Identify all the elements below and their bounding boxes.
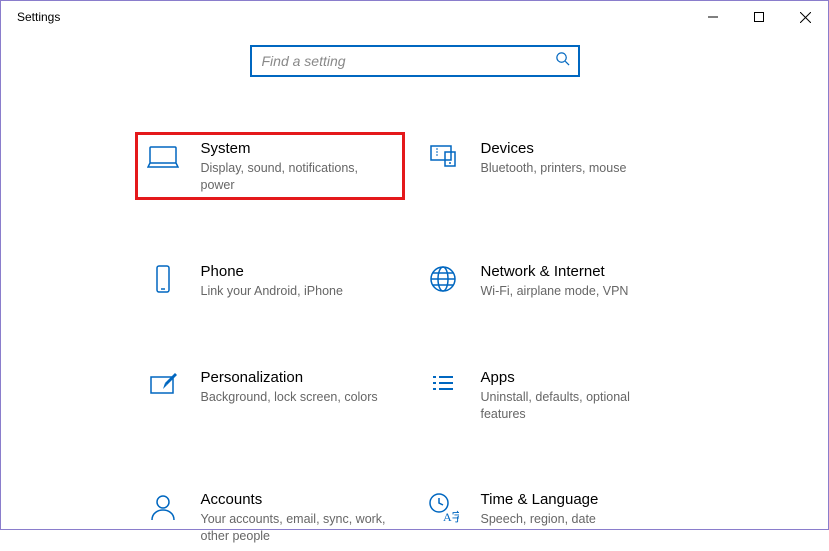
phone-icon — [145, 261, 181, 297]
tile-label: Time & Language — [481, 491, 675, 509]
maximize-button[interactable] — [736, 1, 782, 33]
tile-label: Accounts — [201, 491, 395, 509]
tile-devices[interactable]: Devices Bluetooth, printers, mouse — [415, 132, 685, 200]
window-controls — [690, 1, 828, 33]
time-language-icon: A字 — [425, 489, 461, 525]
svg-text:A字: A字 — [443, 509, 459, 523]
tile-label: Personalization — [201, 369, 395, 387]
titlebar: Settings — [1, 1, 828, 33]
minimize-button[interactable] — [690, 1, 736, 33]
tile-desc: Wi-Fi, airplane mode, VPN — [481, 283, 675, 300]
tile-desc: Link your Android, iPhone — [201, 283, 395, 300]
tile-label: System — [201, 140, 395, 158]
minimize-icon — [708, 12, 718, 22]
tile-desc: Speech, region, date — [481, 511, 675, 528]
accounts-icon — [145, 489, 181, 525]
tile-desc: Display, sound, notifications, power — [201, 160, 395, 194]
tile-label: Devices — [481, 140, 675, 158]
window-title: Settings — [17, 10, 60, 24]
tile-label: Apps — [481, 369, 675, 387]
system-icon — [145, 138, 181, 174]
tile-desc: Uninstall, defaults, optional features — [481, 389, 675, 423]
tile-label: Network & Internet — [481, 263, 675, 281]
tile-phone[interactable]: Phone Link your Android, iPhone — [135, 255, 405, 306]
settings-grid: System Display, sound, notifications, po… — [1, 132, 828, 551]
maximize-icon — [754, 12, 764, 22]
tile-system[interactable]: System Display, sound, notifications, po… — [135, 132, 405, 200]
close-icon — [800, 12, 811, 23]
tile-apps[interactable]: Apps Uninstall, defaults, optional featu… — [415, 361, 685, 429]
tile-personalization[interactable]: Personalization Background, lock screen,… — [135, 361, 405, 429]
tile-time-language[interactable]: A字 Time & Language Speech, region, date — [415, 483, 685, 551]
search-box[interactable] — [250, 45, 580, 77]
apps-icon — [425, 367, 461, 403]
devices-icon — [425, 138, 461, 174]
close-button[interactable] — [782, 1, 828, 33]
tile-accounts[interactable]: Accounts Your accounts, email, sync, wor… — [135, 483, 405, 551]
search-input[interactable] — [260, 52, 555, 70]
tile-desc: Your accounts, email, sync, work, other … — [201, 511, 395, 545]
search-icon — [555, 51, 570, 71]
tile-network[interactable]: Network & Internet Wi-Fi, airplane mode,… — [415, 255, 685, 306]
tile-label: Phone — [201, 263, 395, 281]
personalization-icon — [145, 367, 181, 403]
tile-desc: Background, lock screen, colors — [201, 389, 395, 406]
tile-desc: Bluetooth, printers, mouse — [481, 160, 675, 177]
network-icon — [425, 261, 461, 297]
